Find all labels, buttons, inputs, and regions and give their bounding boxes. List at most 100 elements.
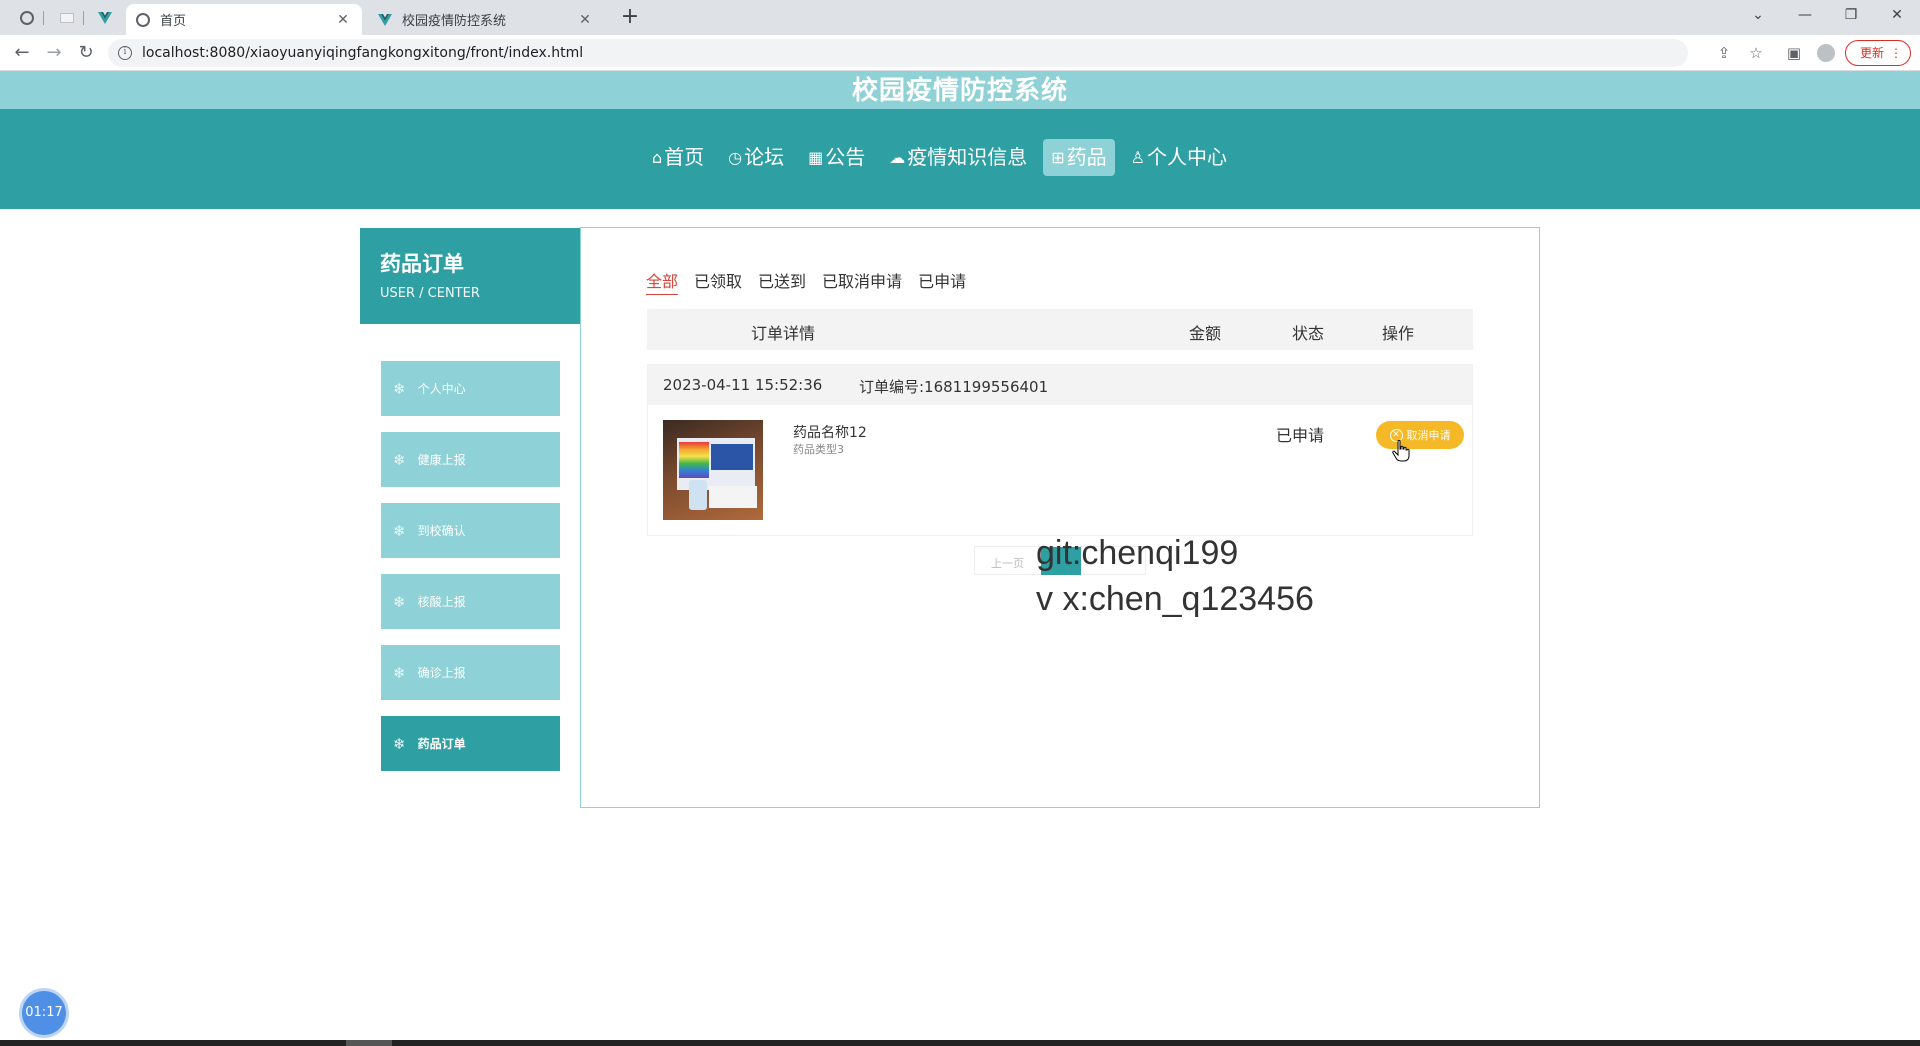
product-name: 药品名称12 <box>793 425 867 441</box>
home-icon: ⌂ <box>652 148 663 167</box>
grid-icon: ⊞ <box>1051 148 1065 167</box>
address-bar[interactable]: i localhost:8080/xiaoyuanyiqingfangkongx… <box>108 39 1688 67</box>
forward-arrow-icon[interactable]: → <box>40 39 68 67</box>
tab-delivered[interactable]: 已送到 <box>758 268 806 295</box>
more-menu-icon: ⋮ <box>1890 46 1902 60</box>
pinned-tab-vue[interactable] <box>88 5 122 31</box>
tab-campus-system[interactable]: 校园疫情防控系统 ✕ <box>368 4 604 35</box>
vue-logo-icon <box>98 12 112 24</box>
tab-cancelled[interactable]: 已取消申请 <box>822 268 902 295</box>
tab-received[interactable]: 已领取 <box>694 268 742 295</box>
snowflake-icon: ❄ <box>393 663 406 682</box>
tab-title: 首页 <box>160 14 187 29</box>
site-title-bar: 校园疫情防控系统 <box>0 71 1920 109</box>
bottom-scrollbar[interactable] <box>0 1040 1920 1046</box>
sidebar-item-label: 确诊上报 <box>417 666 466 680</box>
watermark-overlay: git:chenqi199 v x:chen_q123456 <box>1036 530 1314 622</box>
nav-medicine[interactable]: ⊞ 药品 <box>1043 139 1115 176</box>
pinned-tab-globe[interactable] <box>10 5 44 31</box>
nav-personal-center[interactable]: ♙ 个人中心 <box>1123 139 1235 176</box>
sidebar-item-arrival-confirm[interactable]: ❄ 到校确认 <box>381 503 560 558</box>
nav-epidemic-knowledge[interactable]: ☁ 疫情知识信息 <box>881 139 1035 176</box>
user-icon: ♙ <box>1130 148 1145 167</box>
column-detail: 订单详情 <box>751 324 816 343</box>
nav-home[interactable]: ⌂ 首页 <box>644 139 712 176</box>
profile-avatar-icon[interactable] <box>1814 41 1838 65</box>
column-status: 状态 <box>1292 324 1325 343</box>
watermark-line-1: git:chenqi199 <box>1036 534 1239 572</box>
vue-logo-icon <box>378 13 392 26</box>
nav-label: 公告 <box>825 145 866 169</box>
nav-label: 首页 <box>664 145 705 169</box>
update-label: 更新 <box>1860 46 1885 60</box>
orders-table-header: 订单详情 金额 状态 操作 <box>647 309 1473 350</box>
cancel-application-button[interactable]: ✕ 取消申请 <box>1376 421 1464 449</box>
scrollbar-thumb[interactable] <box>346 1040 392 1046</box>
snowflake-icon: ❄ <box>393 379 406 398</box>
close-tab-icon[interactable]: ✕ <box>334 12 352 28</box>
tab-all[interactable]: 全部 <box>646 268 679 295</box>
snowflake-icon: ❄ <box>393 592 406 611</box>
tab-title: 校园疫情防控系统 <box>402 14 507 29</box>
sidebar-item-medicine-orders[interactable]: ❄ 药品订单 <box>381 716 560 771</box>
restore-button[interactable]: ❐ <box>1828 0 1874 30</box>
bookmark-star-icon[interactable]: ☆ <box>1744 41 1768 65</box>
recording-timer: 01:17 <box>22 991 66 1035</box>
site-title: 校园疫情防控系统 <box>851 76 1068 106</box>
nav-label: 论坛 <box>744 145 785 169</box>
sidebar-item-label: 到校确认 <box>417 524 466 538</box>
cancel-button-label: 取消申请 <box>1406 429 1451 442</box>
sidebar-subtitle: USER / CENTER <box>380 286 480 301</box>
clock-icon: ◷ <box>728 148 743 167</box>
sidebar-item-diagnosis-report[interactable]: ❄ 确诊上报 <box>381 645 560 700</box>
hand-cursor-icon <box>1392 440 1410 462</box>
share-icon[interactable]: ⇪ <box>1712 41 1736 65</box>
globe-icon <box>20 11 34 25</box>
side-panel-icon[interactable]: ▣ <box>1782 41 1806 65</box>
nav-label: 个人中心 <box>1147 145 1227 169</box>
column-action: 操作 <box>1382 324 1415 343</box>
order-datetime: 2023-04-11 15:52:36 <box>663 376 823 394</box>
browser-tab-bar: 首页 ✕ 校园疫情防控系统 ✕ + ⌄ — ❐ ✕ <box>0 0 1920 35</box>
tab-applied[interactable]: 已申请 <box>918 268 966 295</box>
sidebar-item-personal-center[interactable]: ❄ 个人中心 <box>381 361 560 416</box>
prev-page-button[interactable]: 上一页 <box>991 555 1024 571</box>
order-status: 已申请 <box>1276 426 1325 445</box>
globe-icon <box>136 12 150 27</box>
sidebar-item-health-report[interactable]: ❄ 健康上报 <box>381 432 560 487</box>
snowflake-icon: ❄ <box>393 734 406 753</box>
order-number: 订单编号:1681199556401 <box>859 378 1049 396</box>
product-image[interactable] <box>663 420 763 520</box>
reload-icon[interactable]: ↻ <box>72 39 100 67</box>
minimize-button[interactable]: — <box>1782 0 1828 30</box>
bulletin-icon: ▦ <box>808 148 824 167</box>
cloud-icon: ☁ <box>889 148 906 167</box>
sidebar-item-label: 药品订单 <box>417 737 466 751</box>
sidebar-header: 药品订单 USER / CENTER <box>360 228 580 324</box>
watermark-line-2: v x:chen_q123456 <box>1036 580 1314 618</box>
nav-announcement[interactable]: ▦ 公告 <box>800 139 873 176</box>
product-type: 药品类型3 <box>793 443 844 456</box>
close-window-button[interactable]: ✕ <box>1874 0 1920 30</box>
blank-page-icon <box>60 13 74 23</box>
back-arrow-icon[interactable]: ← <box>8 39 36 67</box>
snowflake-icon: ❄ <box>393 521 406 540</box>
sidebar-item-nucleic-report[interactable]: ❄ 核酸上报 <box>381 574 560 629</box>
tab-search-chevron-icon[interactable]: ⌄ <box>1735 0 1781 30</box>
nav-label: 疫情知识信息 <box>907 145 1028 169</box>
tab-home[interactable]: 首页 ✕ <box>126 4 362 35</box>
sidebar-item-label: 健康上报 <box>417 453 466 467</box>
new-tab-button[interactable]: + <box>616 5 644 31</box>
main-nav: ⌂ 首页 ◷ 论坛 ▦ 公告 ☁ 疫情知识信息 ⊞ 药品 ♙ 个人中心 <box>644 139 1235 176</box>
pinned-tab-blank[interactable] <box>50 5 84 31</box>
update-button[interactable]: 更新 ⋮ <box>1845 40 1911 66</box>
nav-forum[interactable]: ◷ 论坛 <box>720 139 792 176</box>
order-filter-tabs: 全部 已领取 已送到 已取消申请 已申请 <box>646 268 966 295</box>
sidebar-title: 药品订单 <box>380 252 464 276</box>
close-tab-icon[interactable]: ✕ <box>576 12 594 28</box>
url-text: localhost:8080/xiaoyuanyiqingfangkongxit… <box>142 45 584 61</box>
sidebar-item-label: 核酸上报 <box>417 595 466 609</box>
column-amount: 金额 <box>1189 324 1222 343</box>
nav-label: 药品 <box>1066 145 1107 169</box>
info-icon[interactable]: i <box>118 46 132 60</box>
